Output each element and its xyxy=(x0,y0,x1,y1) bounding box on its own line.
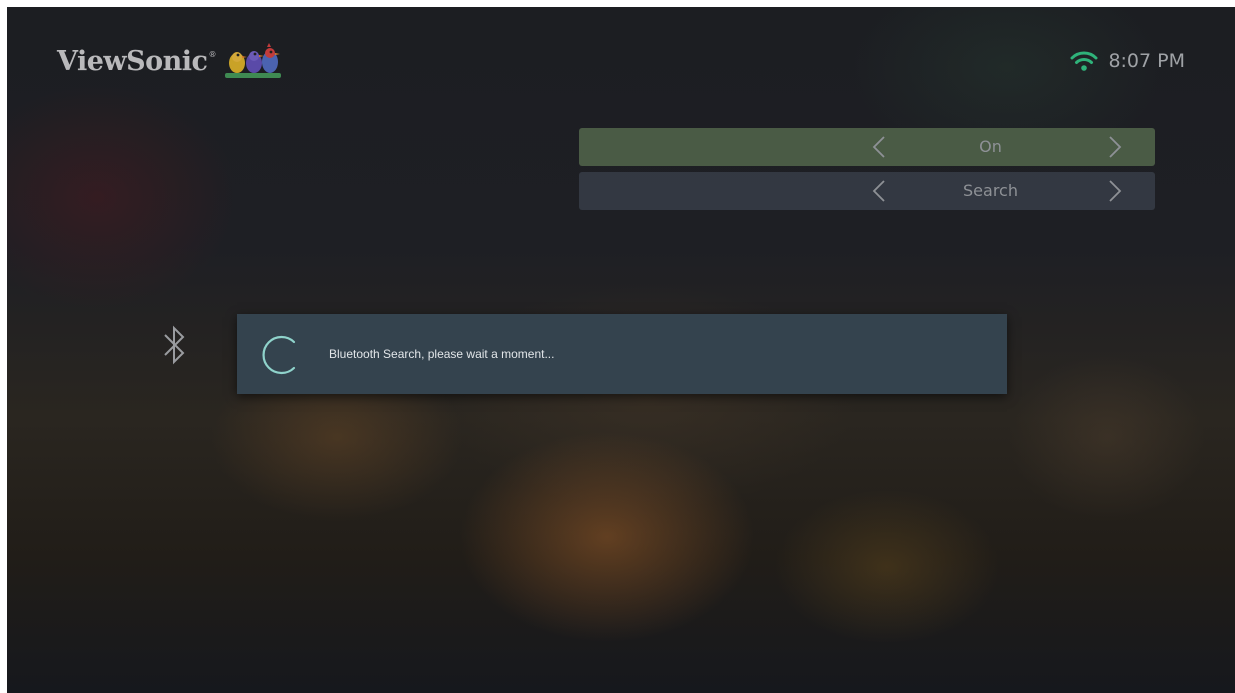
clock: 8:07 PM xyxy=(1108,50,1185,72)
bluetooth-power-setting[interactable]: On xyxy=(579,128,1155,166)
chevron-left-icon[interactable] xyxy=(871,135,887,159)
projector-screen: ViewSonic ® 8:07 PM On Search Bluetooth … xyxy=(7,7,1235,693)
chevron-right-icon[interactable] xyxy=(1107,135,1123,159)
loading-spinner-icon xyxy=(262,335,296,375)
registered-mark: ® xyxy=(208,49,217,59)
logo-text: ViewSonic xyxy=(57,45,208,77)
dialog-message: Bluetooth Search, please wait a moment..… xyxy=(329,347,555,361)
wifi-icon xyxy=(1070,51,1098,71)
bluetooth-icon xyxy=(164,325,185,365)
bluetooth-power-value: On xyxy=(979,137,1002,156)
viewsonic-birds-icon xyxy=(224,43,281,78)
viewsonic-logo: ViewSonic ® xyxy=(57,41,283,81)
bluetooth-search-value: Search xyxy=(963,181,1018,200)
chevron-left-icon[interactable] xyxy=(871,179,887,203)
chevron-right-icon[interactable] xyxy=(1107,179,1123,203)
status-bar: 8:07 PM xyxy=(1070,50,1185,72)
bluetooth-search-dialog: Bluetooth Search, please wait a moment..… xyxy=(237,314,1007,394)
bluetooth-search-setting[interactable]: Search xyxy=(579,172,1155,210)
